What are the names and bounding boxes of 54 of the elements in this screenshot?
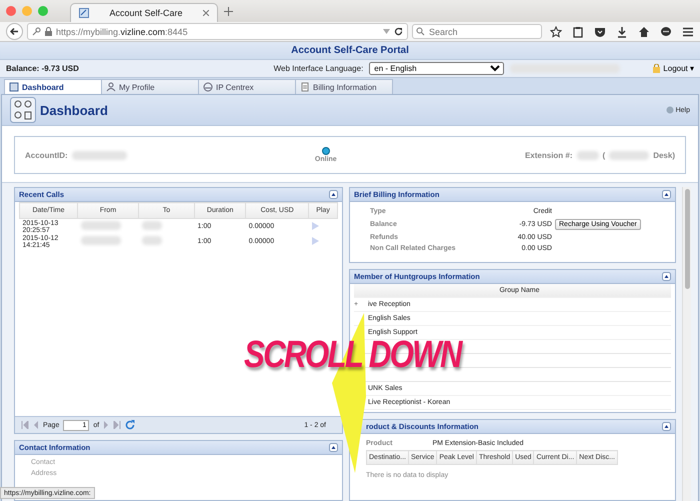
url-text: https://mybilling.vizline.com:8445 [56,26,189,36]
back-button[interactable] [6,23,23,40]
page-icon [79,8,89,18]
balance-text: Balance: -9.73 USD [6,64,79,73]
tab-title: Account Self-Care [108,8,184,18]
blurred-text [72,150,127,160]
star-icon[interactable] [550,26,562,38]
tab[interactable]: Billing Information [295,79,393,94]
tab[interactable]: My Profile [101,79,199,94]
extension-label: Extension #: [524,150,573,160]
logout-button[interactable]: Logout ▾ [652,64,694,73]
tab[interactable]: IP Centrex [198,79,296,94]
account-label: AccountID: [25,150,68,160]
tab[interactable]: Dashboard [4,79,102,94]
address-bar[interactable]: https://mybilling.vizline.com:8445 [27,23,408,40]
collapse-icon[interactable] [662,422,671,431]
menu-icon[interactable] [682,26,694,38]
person-icon [106,82,116,92]
portal-title: Account Self-Care Portal [0,42,700,59]
paren-text: ( [602,150,606,160]
status-dot-icon [322,147,330,155]
dashboard-icon [9,82,19,92]
pocket-icon[interactable] [594,26,606,38]
blurred-text [609,150,650,160]
blurred-text [576,150,599,160]
lock-icon [652,64,662,73]
collapse-icon[interactable] [662,272,671,281]
desk-text: Desk) [653,150,675,160]
collapse-icon[interactable] [329,443,338,452]
refresh-icon[interactable] [125,420,136,430]
document-icon [300,82,310,92]
blurred-text [142,236,162,245]
home-icon[interactable] [638,26,650,38]
blurred-text [80,236,120,245]
close-icon[interactable] [203,10,209,16]
collapse-icon[interactable] [329,190,338,199]
lock-icon [45,27,52,36]
download-icon[interactable] [616,26,628,38]
page-title: Dashboard [40,102,108,118]
reload-icon[interactable] [394,27,403,36]
search-field[interactable]: Search [412,24,542,39]
language-label: Web Interface Language: [274,64,364,73]
browser-tab[interactable]: Account Self-Care [70,3,218,22]
clipboard-icon[interactable] [572,26,584,38]
blurred-text [80,221,120,230]
collapse-icon[interactable] [662,190,671,199]
new-tab-icon[interactable] [224,6,233,16]
back-icon [10,27,19,36]
blurred-text [142,221,162,230]
key-icon [32,27,41,36]
language-select[interactable]: en - English [369,62,504,75]
chat-icon[interactable] [660,26,672,38]
scrollbar[interactable] [682,187,691,501]
dashboard-icon [10,97,36,123]
